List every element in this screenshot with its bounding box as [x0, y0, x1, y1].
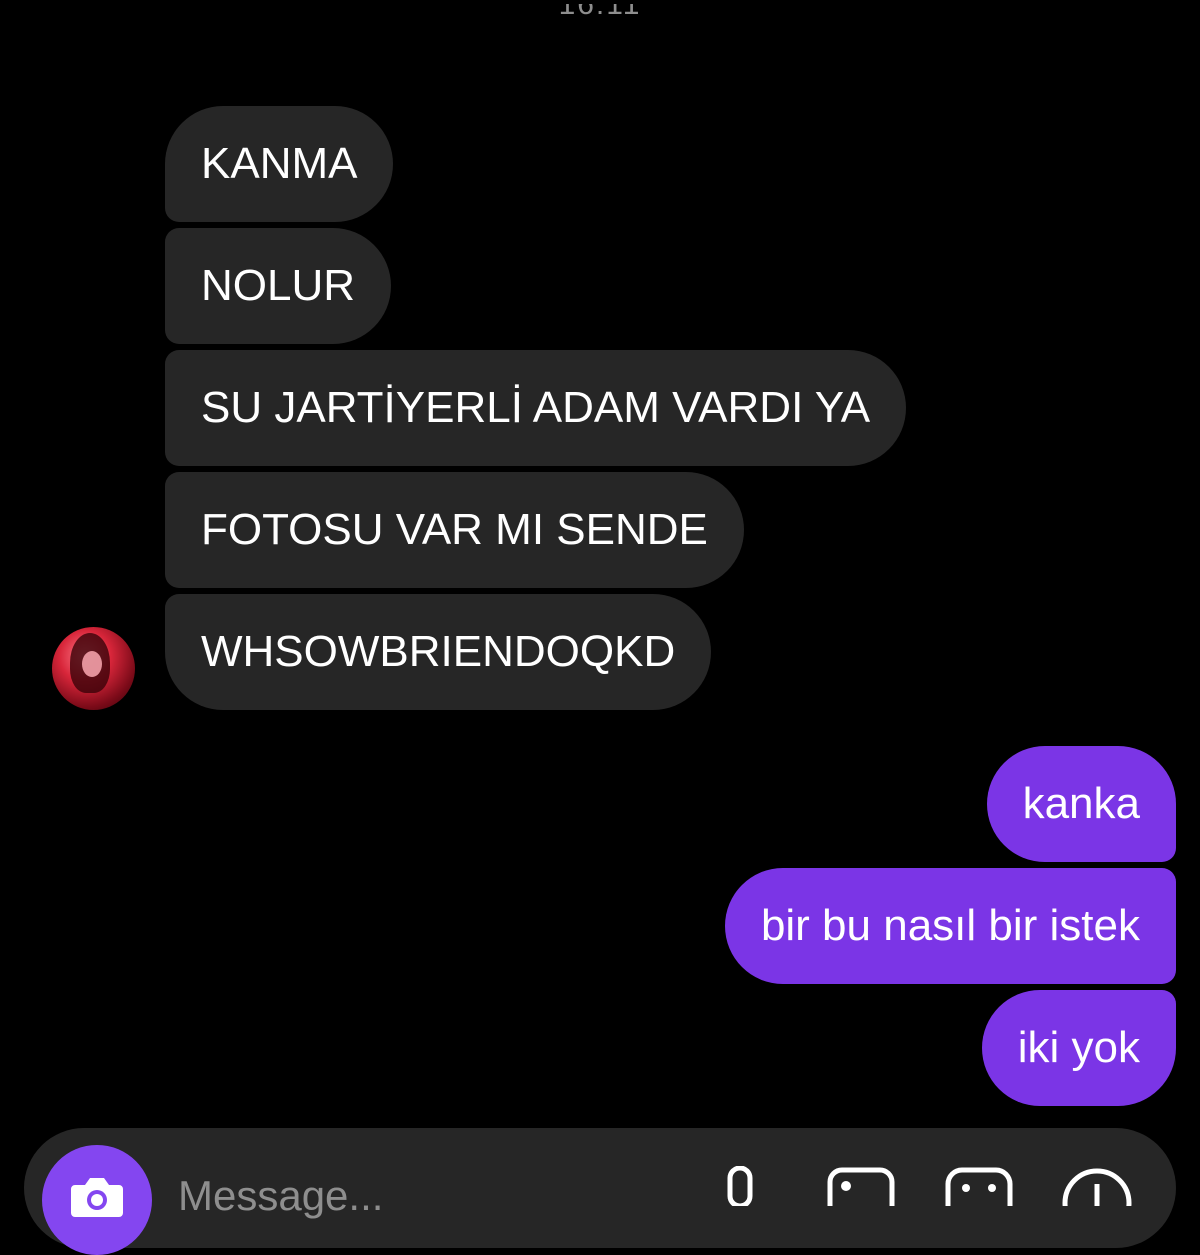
received-message[interactable]: FOTOSU VAR MI SENDE — [165, 472, 744, 588]
gallery-icon[interactable] — [826, 1166, 896, 1206]
microphone-icon[interactable] — [712, 1166, 768, 1206]
timestamp-text: 16:11 — [558, 4, 642, 21]
sender-avatar[interactable] — [52, 627, 135, 710]
sent-message[interactable]: iki yok — [981, 990, 1176, 1106]
message-text: SU JARTİYERLİ ADAM VARDI YA — [201, 383, 871, 432]
received-message[interactable]: KANMA — [165, 106, 394, 222]
camera-button[interactable] — [42, 1145, 152, 1255]
message-text: kanka — [1022, 779, 1140, 828]
message-timestamp: 16:11 — [0, 4, 1200, 42]
message-text: bir bu nasıl bir istek — [760, 901, 1140, 950]
sent-message[interactable]: bir bu nasıl bir istek — [724, 868, 1176, 984]
avatar-face — [82, 651, 102, 677]
message-text: FOTOSU VAR MI SENDE — [201, 505, 708, 554]
received-message[interactable]: SU JARTİYERLİ ADAM VARDI YA — [165, 350, 907, 466]
message-input[interactable] — [178, 1172, 658, 1220]
message-text: WHSOWBRIENDOQKD — [201, 627, 676, 676]
message-text: KANMA — [201, 139, 358, 188]
received-message[interactable]: NOLUR — [165, 228, 392, 344]
add-icon[interactable] — [1060, 1166, 1134, 1206]
sent-message[interactable]: kanka — [986, 746, 1176, 862]
message-text: iki yok — [1017, 1023, 1140, 1072]
camera-icon — [71, 1178, 123, 1217]
message-text: NOLUR — [201, 261, 356, 310]
received-message[interactable]: WHSOWBRIENDOQKD — [165, 594, 712, 710]
sticker-icon[interactable] — [944, 1166, 1014, 1206]
